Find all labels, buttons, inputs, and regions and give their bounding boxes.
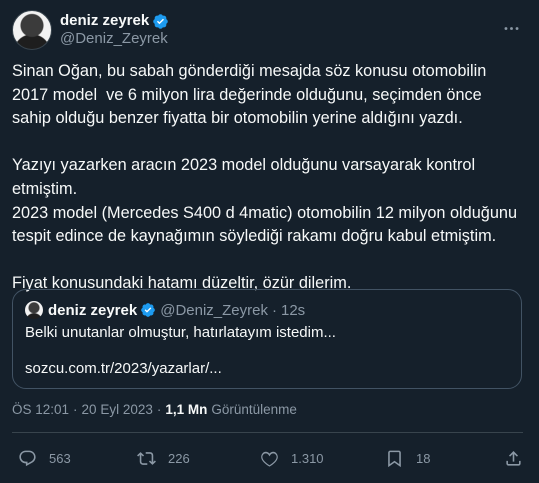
views-label: Görüntülenme [211,402,297,417]
bookmark-icon [388,450,401,467]
retweet-count: 226 [168,450,190,466]
action-bar: 563 226 1.310 18 [12,446,523,470]
display-name[interactable]: deniz zeyrek [60,12,149,30]
bookmark-button[interactable]: 18 [385,449,430,468]
quoted-avatar [25,301,43,319]
share-icon [506,450,521,466]
tweet-text: Sinan Oğan, bu sabah gönderdiği mesajda … [12,62,518,293]
more-button[interactable] [499,16,523,40]
quoted-time[interactable]: 12s [281,302,305,319]
quoted-separator: · [271,301,277,319]
author-names: deniz zeyrek @Deniz_Zeyrek [60,12,169,48]
like-count: 1.310 [291,450,324,466]
bookmark-count: 18 [416,450,431,466]
more-icon [504,26,518,30]
quoted-tweet[interactable]: deniz zeyrek @Deniz_Zeyrek · 12s Belki u… [12,289,522,389]
retweet-icon [137,451,156,465]
avatar[interactable] [12,10,52,50]
like-icon [261,451,278,467]
meta-separator-2: · [156,402,162,417]
like-button[interactable]: 1.310 [260,449,324,468]
reply-icon [19,450,36,466]
tweet-header: deniz zeyrek @Deniz_Zeyrek [12,10,523,50]
reply-button[interactable]: 563 [18,449,71,468]
tweet: deniz zeyrek @Deniz_Zeyrek Sinan Oğan, b… [0,0,539,483]
divider [12,432,523,433]
share-button[interactable] [504,449,523,468]
tweet-date[interactable]: 20 Eyl 2023 [82,402,153,417]
display-name-row: deniz zeyrek [60,12,169,30]
views-count: 1,1 Mn [165,402,208,417]
quoted-handle: @Deniz_Zeyrek [160,301,268,319]
meta-separator: · [73,402,78,417]
quoted-tweet-header: deniz zeyrek @Deniz_Zeyrek · 12s [25,300,509,320]
quoted-display-name: deniz zeyrek [48,301,138,319]
quoted-link[interactable]: sozcu.com.tr/2023/yazarlar/... [25,359,509,379]
retweet-button[interactable]: 226 [137,449,190,468]
quoted-text: Belki unutanlar olmuştur, hatırlatayım i… [25,324,336,341]
reply-count: 563 [49,450,71,466]
handle[interactable]: @Deniz_Zeyrek [60,30,169,48]
quoted-verified-badge-icon [141,303,156,317]
verified-badge-icon [153,13,168,29]
tweet-meta: ÖS 12:01 · 20 Eyl 2023 · 1,1 Mn Görüntül… [12,402,297,417]
tweet-time[interactable]: ÖS 12:01 [12,402,69,417]
